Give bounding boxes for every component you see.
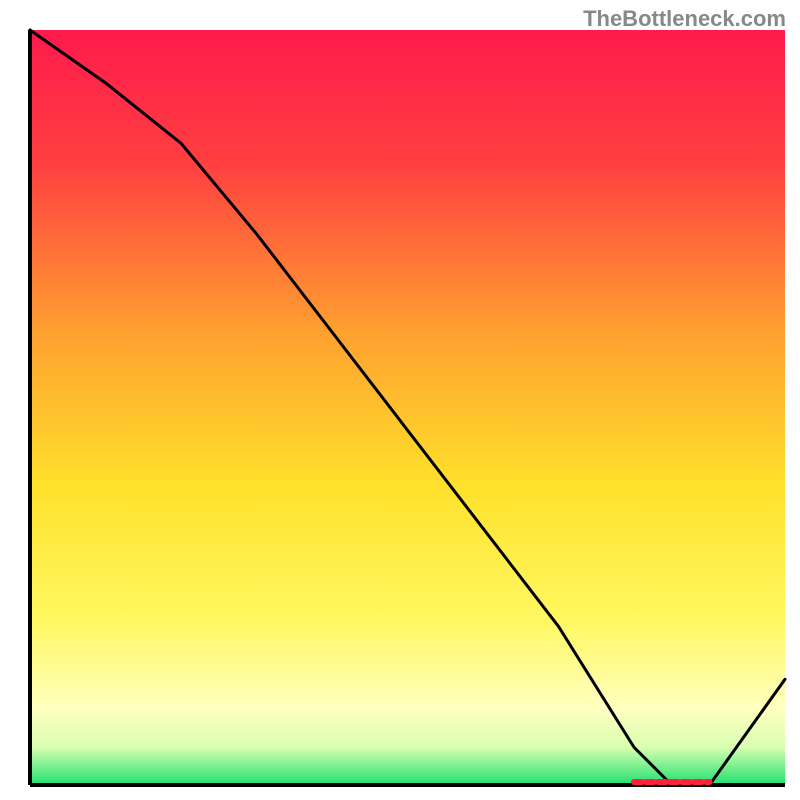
chart-container: TheBottleneck.com <box>0 0 800 800</box>
plot-background <box>30 30 785 785</box>
chart-svg <box>0 0 800 800</box>
